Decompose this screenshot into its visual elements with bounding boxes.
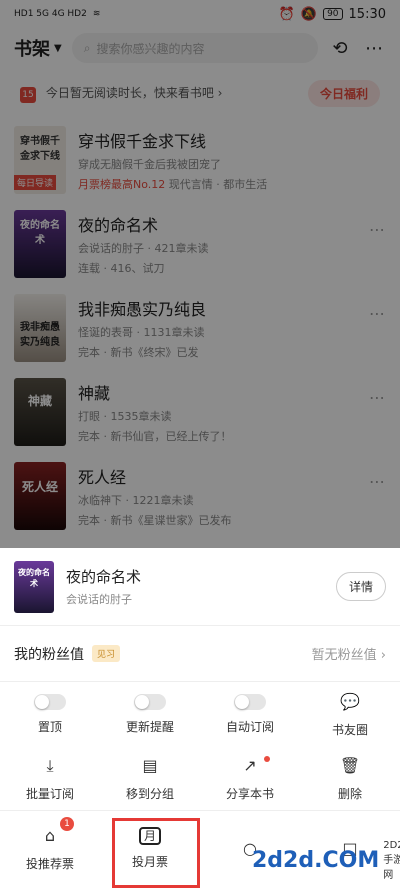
highlight-box	[112, 818, 200, 888]
action-label: 移到分组	[125, 786, 174, 801]
sheet-cover-title: 夜的命名术	[18, 567, 50, 588]
sheet-book-cover: 夜的命名术	[14, 560, 54, 613]
actions-row: ⤓ 批量订阅 ▤ 移到分组 ↗ 分享本书 🗑 删除	[0, 746, 400, 810]
update-reminder-toggle[interactable]: 更新提醒	[100, 682, 200, 746]
delete-button[interactable]: 🗑 删除	[300, 746, 400, 810]
fan-value: 暂无粉丝值 ›	[311, 648, 386, 663]
toggle-switch[interactable]	[134, 693, 166, 710]
move-to-group-button[interactable]: ▤ 移到分组	[100, 746, 200, 810]
action-label: 投推荐票	[25, 856, 74, 871]
bookshelf-page: HD1 5G 4G HD2 ≋ ⏰ 🔕 90 15:30 书架 ▼ ⌕ 搜索你感…	[0, 0, 400, 888]
toggle-switch[interactable]	[234, 693, 266, 710]
dim-overlay[interactable]	[0, 0, 400, 548]
settings-row: 置顶 更新提醒 自动订阅 💬 书友圈	[0, 682, 400, 746]
sheet-book-author: 会说话的肘子	[66, 593, 132, 606]
recommend-ticket-icon: ⌂	[44, 826, 56, 845]
recommend-ticket-button[interactable]: ⌂ 1 投推荐票	[0, 811, 100, 885]
share-icon: ↗	[243, 756, 257, 775]
download-icon: ⤓	[46, 755, 54, 775]
fan-value-label: 我的粉丝值	[14, 646, 84, 663]
share-book-button[interactable]: ↗ 分享本书	[200, 746, 300, 810]
toggle-label: 自动订阅	[225, 719, 274, 734]
auto-subscribe-toggle[interactable]: 自动订阅	[200, 682, 300, 746]
fan-value-row[interactable]: 我的粉丝值 见习 暂无粉丝值 ›	[0, 626, 400, 682]
batch-subscribe-button[interactable]: ⤓ 批量订阅	[0, 746, 100, 810]
toggle-label: 置顶	[37, 719, 62, 734]
sheet-book-title: 夜的命名术	[66, 568, 142, 586]
fan-level-badge: 见习	[92, 645, 121, 662]
trash-icon: 🗑	[339, 756, 361, 775]
folder-icon: ▤	[142, 756, 158, 775]
watermark-site: 2D2D手游网	[383, 839, 400, 881]
notification-dot	[264, 756, 270, 762]
toggle-label: 更新提醒	[125, 719, 174, 734]
pin-top-toggle[interactable]: 置顶	[0, 682, 100, 746]
book-friends-circle-button[interactable]: 💬 书友圈	[300, 682, 400, 746]
watermark: 2d2d.COM 2D2D手游网	[252, 832, 400, 888]
toggle-switch[interactable]	[34, 693, 66, 710]
detail-button[interactable]: 详情	[335, 572, 386, 601]
chat-icon: 💬	[340, 692, 360, 711]
ticket-count-badge: 1	[60, 817, 74, 831]
action-label: 删除	[337, 786, 362, 801]
action-label: 批量订阅	[25, 786, 74, 801]
sheet-book-info: 夜的命名术 会说话的肘子	[66, 566, 324, 607]
action-label: 书友圈	[331, 722, 368, 737]
watermark-logo: 2d2d.COM	[252, 847, 380, 873]
action-label: 分享本书	[225, 786, 274, 801]
sheet-book-header: 夜的命名术 夜的命名术 会说话的肘子 详情	[0, 548, 400, 626]
